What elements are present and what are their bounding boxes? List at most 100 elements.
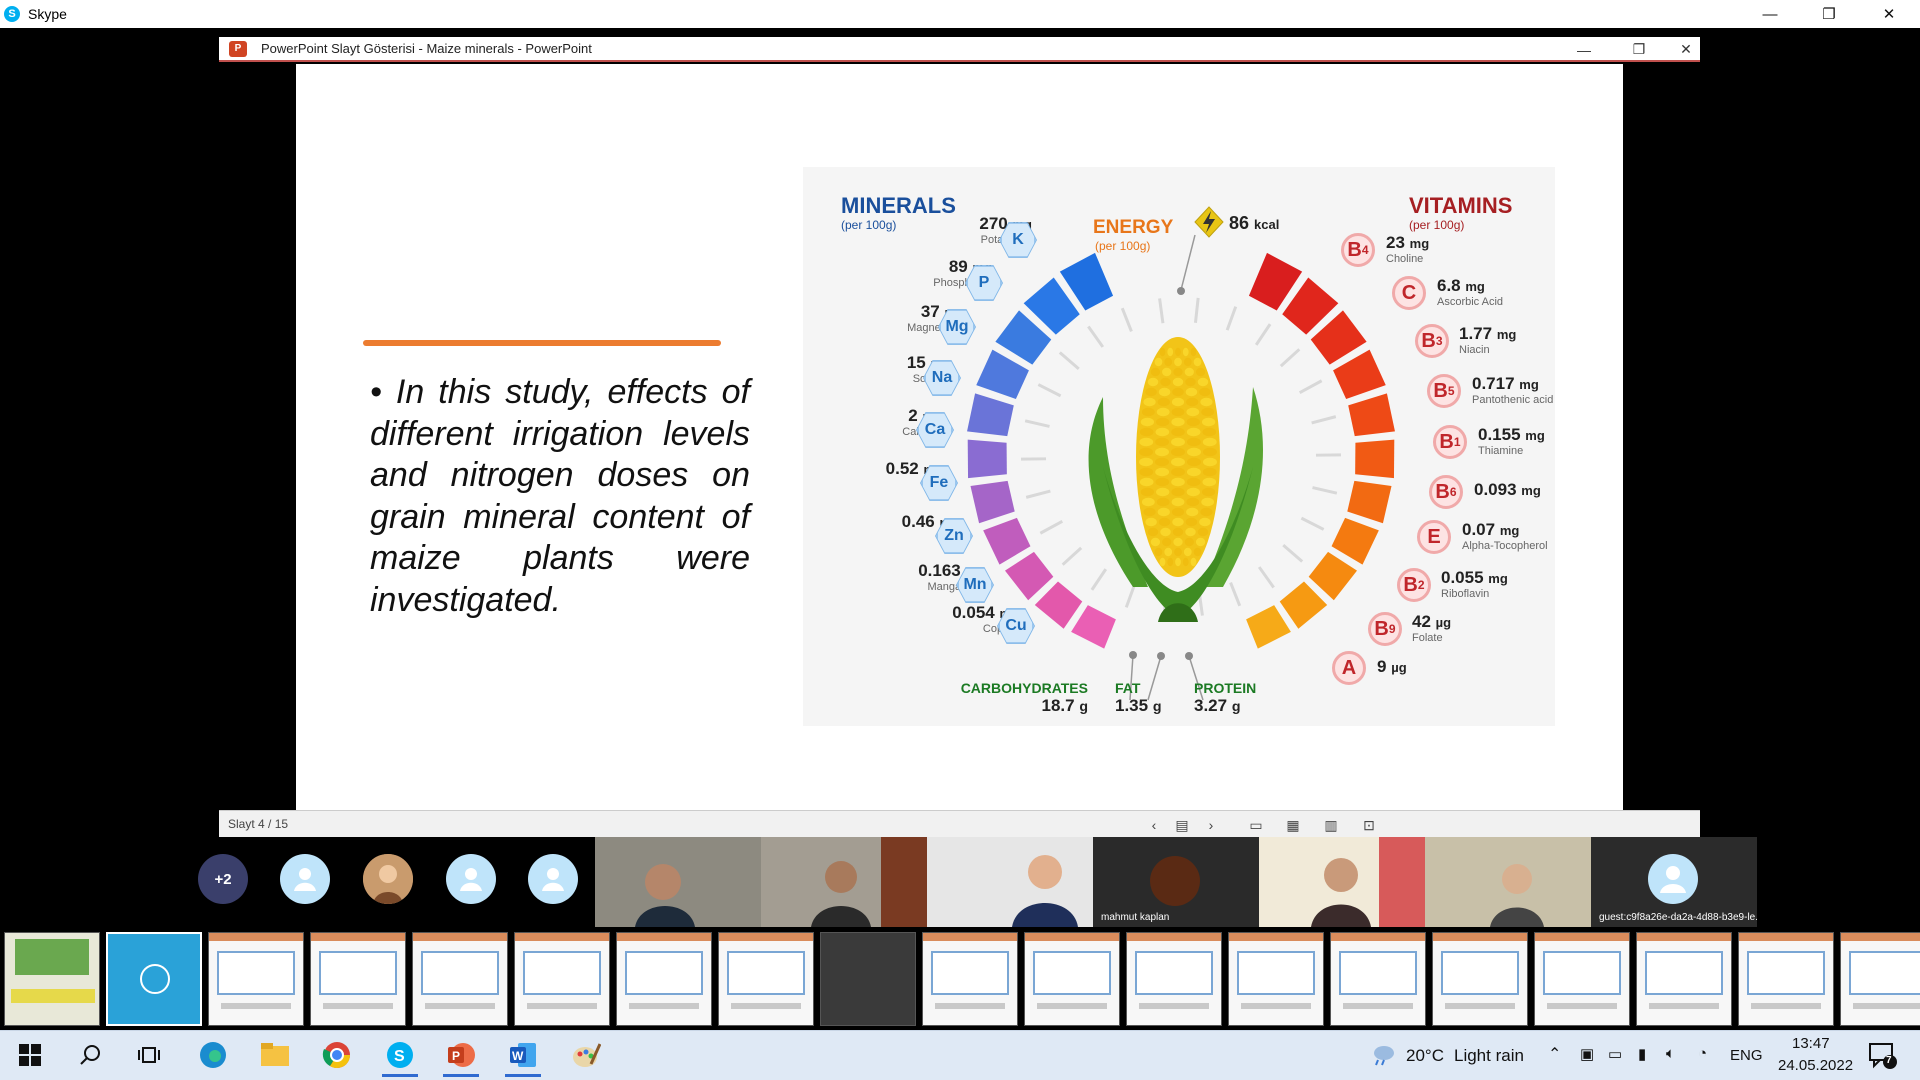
thumbnail-part-top bbox=[1739, 933, 1833, 941]
slide-thumbnail[interactable] bbox=[820, 932, 916, 1026]
slide-thumbnail[interactable] bbox=[718, 932, 814, 1026]
vitamin-bar-segment bbox=[1348, 393, 1395, 437]
slide-thumbnail[interactable] bbox=[1024, 932, 1120, 1026]
slide-thumbnail[interactable] bbox=[1330, 932, 1426, 1026]
reading-view-icon[interactable]: ▥ bbox=[1319, 815, 1343, 835]
ppt-close-button[interactable]: ✕ bbox=[1666, 37, 1706, 62]
slide-thumbnail[interactable] bbox=[1432, 932, 1528, 1026]
file-explorer-icon[interactable] bbox=[251, 1033, 299, 1077]
vitamin-b4-badge: B4 bbox=[1341, 233, 1375, 267]
close-button[interactable]: ✕ bbox=[1866, 0, 1912, 28]
corn-kernel bbox=[1173, 537, 1183, 547]
participant-video-5[interactable] bbox=[1425, 837, 1591, 927]
thumbnail-part-top bbox=[1433, 933, 1527, 941]
clock-date[interactable]: 24.05.2022 bbox=[1778, 1057, 1853, 1074]
participant-name: mahmut kaplan bbox=[1101, 912, 1170, 923]
wifi-icon[interactable]: ◔ bbox=[1698, 1045, 1707, 1062]
powerpoint-icon[interactable]: P bbox=[437, 1033, 485, 1077]
gauge-tick bbox=[1061, 546, 1083, 566]
slide[interactable]: • In this study, effects of different ir… bbox=[296, 64, 1623, 810]
svg-text:W: W bbox=[512, 1049, 524, 1063]
windows-start-icon[interactable] bbox=[6, 1033, 54, 1077]
word-icon[interactable]: W bbox=[499, 1033, 547, 1077]
participant-avatar-1[interactable] bbox=[280, 854, 330, 904]
powerpoint-titlebar: P PowerPoint Slayt Gösterisi - Maize min… bbox=[219, 37, 1700, 62]
skype-icon[interactable]: S bbox=[376, 1033, 424, 1077]
slide-thumbnail[interactable] bbox=[1228, 932, 1324, 1026]
search-icon[interactable] bbox=[66, 1033, 114, 1077]
thumbnail-part-a bbox=[1849, 951, 1920, 995]
slideshow-icon[interactable]: ⊡ bbox=[1357, 815, 1381, 835]
thumbnail-part-a bbox=[523, 951, 601, 995]
slide-thumbnail[interactable] bbox=[412, 932, 508, 1026]
powerpoint-caption: PowerPoint Slayt Gösterisi - Maize miner… bbox=[261, 41, 592, 56]
participant-tile-mahmut[interactable]: mahmut kaplan bbox=[1093, 837, 1259, 927]
corn-kernel bbox=[1171, 477, 1185, 487]
thumbnail-part-b bbox=[1853, 1003, 1920, 1009]
chevron-right-icon[interactable]: › bbox=[1199, 815, 1223, 835]
slide-thumbnail[interactable] bbox=[208, 932, 304, 1026]
corn-kernel bbox=[1174, 547, 1182, 557]
screen: S Skype — ❐ ✕ P PowerPoint Slayt Gösteri… bbox=[0, 0, 1920, 1080]
person-video-icon bbox=[595, 837, 761, 927]
slide-thumbnail[interactable] bbox=[1126, 932, 1222, 1026]
edge-icon[interactable] bbox=[189, 1033, 237, 1077]
slide-list-icon[interactable]: ▤ bbox=[1170, 815, 1194, 835]
task-view-icon[interactable] bbox=[125, 1033, 173, 1077]
weather-description[interactable]: Light rain bbox=[1454, 1046, 1524, 1066]
corn-kernel bbox=[1160, 377, 1171, 387]
vitamins-subtitle: (per 100g) bbox=[1409, 218, 1465, 232]
participant-avatar-photo[interactable] bbox=[363, 854, 413, 904]
ppt-restore-button[interactable]: ❐ bbox=[1619, 37, 1659, 62]
restore-button[interactable]: ❐ bbox=[1806, 0, 1852, 28]
slide-thumbnail[interactable] bbox=[1738, 932, 1834, 1026]
slide-thumbnail[interactable] bbox=[1636, 932, 1732, 1026]
paint-icon[interactable] bbox=[562, 1033, 610, 1077]
chevron-up-icon[interactable]: ⌃ bbox=[1548, 1044, 1561, 1064]
slide-thumbnail[interactable] bbox=[1840, 932, 1920, 1026]
normal-view-icon[interactable]: ▭ bbox=[1244, 815, 1268, 835]
weather-temperature[interactable]: 20°C bbox=[1406, 1046, 1444, 1066]
thumbnail-part-a bbox=[421, 951, 499, 995]
thumbnail-part-top bbox=[1229, 933, 1323, 941]
participant-tile-guest[interactable]: guest:c9f8a26e-da2a-4d88-b3e9-le... bbox=[1591, 837, 1757, 927]
slide-thumbnail[interactable] bbox=[1534, 932, 1630, 1026]
chrome-icon[interactable] bbox=[313, 1033, 361, 1077]
clock-time[interactable]: 13:47 bbox=[1792, 1035, 1830, 1052]
ppt-minimize-button[interactable]: — bbox=[1564, 37, 1604, 62]
thumbnail-part-a bbox=[625, 951, 703, 995]
corn-kernel bbox=[1201, 417, 1216, 427]
grid-view-icon[interactable]: ▦ bbox=[1281, 815, 1305, 835]
meet-now-icon[interactable]: ▣ bbox=[1580, 1045, 1594, 1063]
vitamin-thiamine: 0.155 mg Thiamine bbox=[1478, 425, 1545, 457]
notifications-icon[interactable]: 7 bbox=[1868, 1040, 1898, 1070]
corn-kernel bbox=[1159, 557, 1166, 567]
thumbnail-part-top bbox=[209, 933, 303, 941]
slide-thumbnail[interactable] bbox=[310, 932, 406, 1026]
slide-thumbnail[interactable] bbox=[922, 932, 1018, 1026]
corn-kernel bbox=[1155, 477, 1170, 487]
minimize-button[interactable]: — bbox=[1747, 0, 1793, 28]
thumbnail-part-a bbox=[217, 951, 295, 995]
language-indicator[interactable]: ENG bbox=[1730, 1047, 1763, 1064]
chevron-left-icon[interactable]: ‹ bbox=[1142, 815, 1166, 835]
weather-rain-icon[interactable] bbox=[1370, 1043, 1396, 1067]
participant-video-2[interactable] bbox=[761, 837, 927, 927]
participant-video-4[interactable] bbox=[1259, 837, 1425, 927]
corn-kernel bbox=[1190, 347, 1197, 357]
participant-video-1[interactable] bbox=[595, 837, 761, 927]
battery-icon[interactable]: ▮ bbox=[1638, 1045, 1646, 1063]
participant-avatar-3[interactable] bbox=[528, 854, 578, 904]
more-participants-button[interactable]: +2 bbox=[198, 854, 248, 904]
corn-kernel bbox=[1171, 437, 1185, 447]
slide-thumbnail[interactable] bbox=[4, 932, 100, 1026]
play-icon[interactable] bbox=[140, 964, 170, 994]
speaker-icon[interactable]: 🔈︎ bbox=[1666, 1045, 1675, 1062]
slide-thumbnail[interactable] bbox=[106, 932, 202, 1026]
slide-thumbnail[interactable] bbox=[514, 932, 610, 1026]
slide-thumbnail[interactable] bbox=[616, 932, 712, 1026]
participant-avatar-2[interactable] bbox=[446, 854, 496, 904]
corn-kernel bbox=[1186, 397, 1199, 407]
participant-video-3[interactable] bbox=[927, 837, 1093, 927]
display-icon[interactable]: ▭ bbox=[1608, 1045, 1622, 1063]
